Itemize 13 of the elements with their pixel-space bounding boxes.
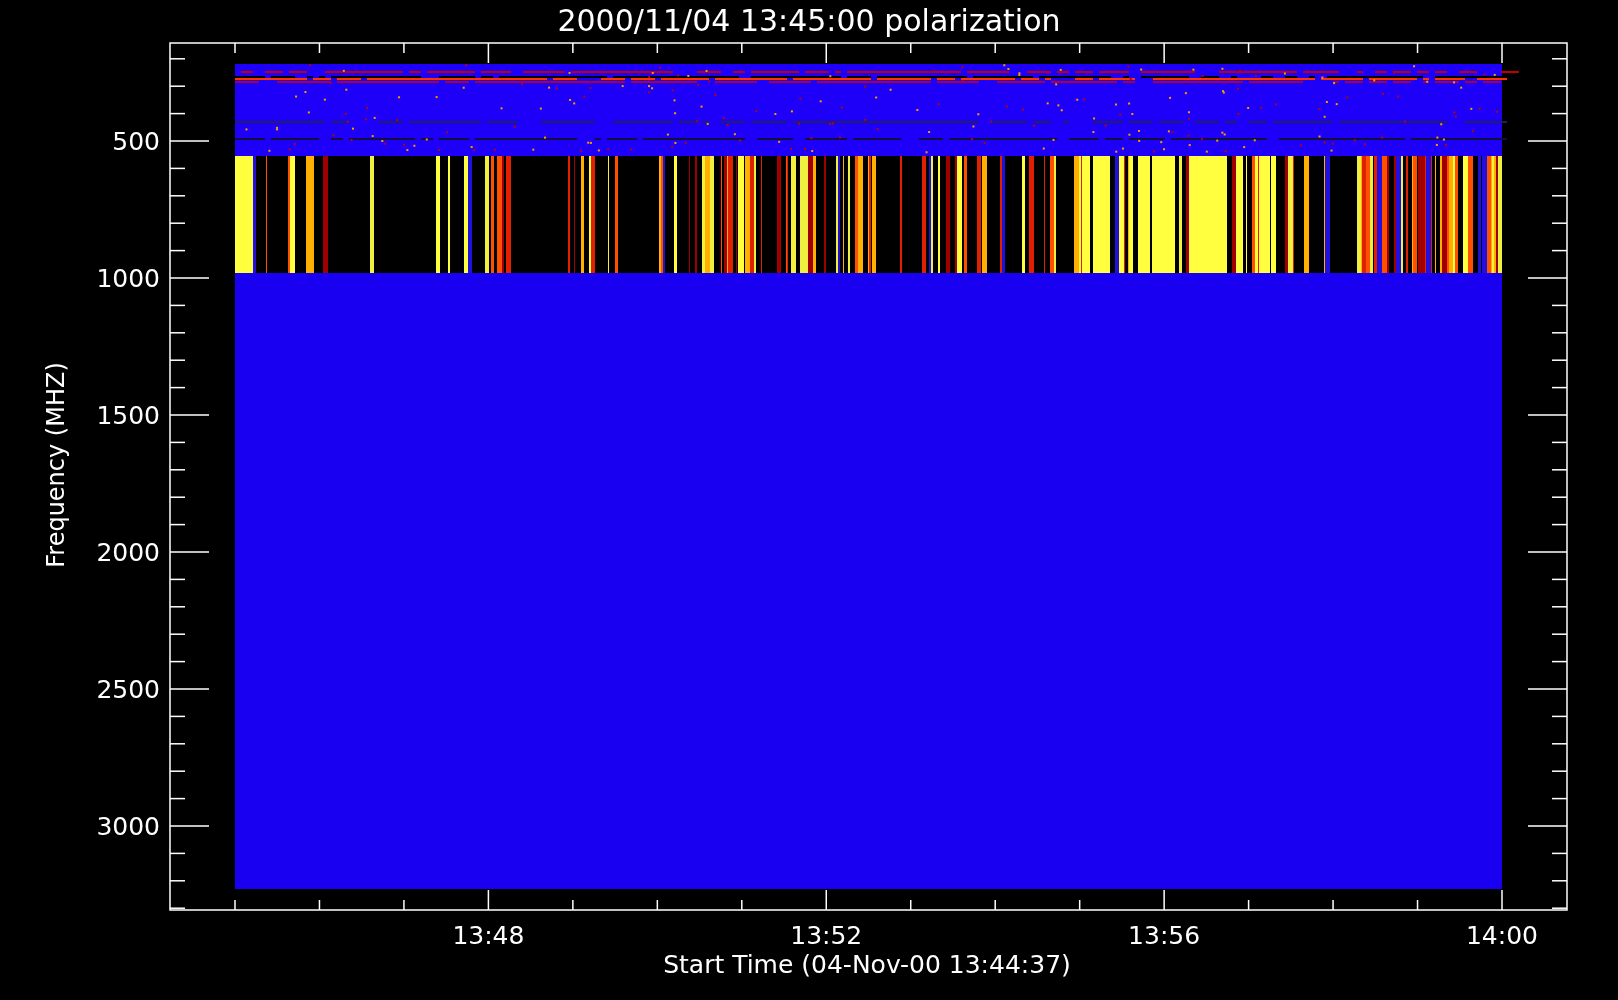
y-tick-label: 3000 [96, 812, 160, 841]
x-tick-label: 13:48 [452, 921, 525, 950]
y-tick-label: 1500 [96, 401, 160, 430]
y-tick-label: 2500 [96, 675, 160, 704]
y-tick-label: 500 [112, 127, 160, 156]
x-axis-title: Start Time (04-Nov-00 13:44:37) [663, 950, 1071, 979]
y-axis-title: Frequency (MHZ) [42, 362, 70, 568]
chart-title: 2000/11/04 13:45:00 polarization [557, 3, 1061, 38]
y-tick-label: 2000 [96, 538, 160, 567]
x-tick-label: 14:00 [1466, 921, 1538, 950]
x-tick-label: 13:52 [790, 921, 863, 950]
x-tick-label: 13:56 [1128, 921, 1201, 950]
y-tick-label: 1000 [96, 264, 160, 293]
